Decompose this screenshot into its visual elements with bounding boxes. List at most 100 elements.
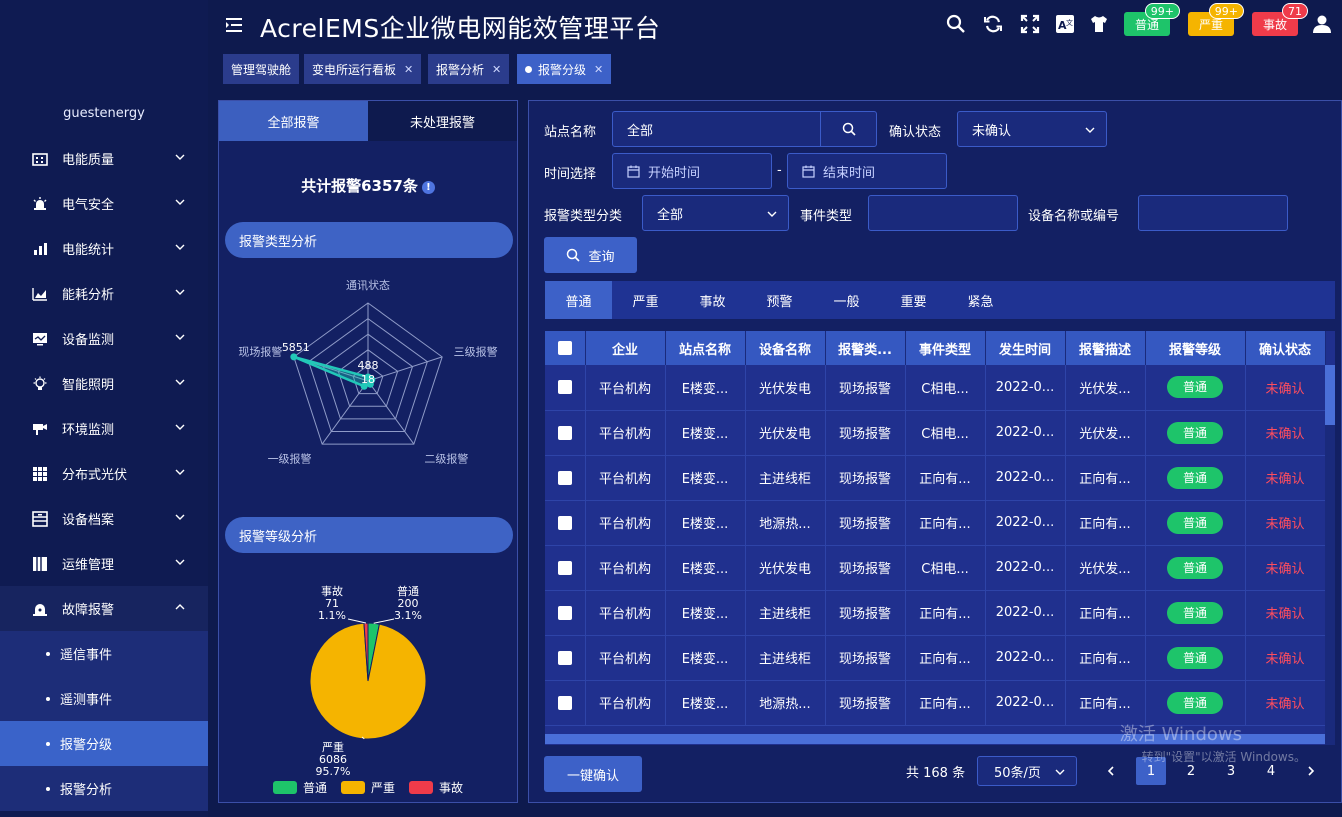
tab-level-urgent[interactable]: 紧急 [947,281,1014,319]
tab-level-serious[interactable]: 严重 [612,281,679,319]
sidebar-item-fault-alarm[interactable]: 故障报警 [0,586,208,631]
sidebar-item-label: 电能质量 [62,153,115,168]
info-icon[interactable]: ! [421,181,435,194]
radar-value-label: 5851 [282,341,310,354]
event-type-input[interactable] [868,195,1018,231]
translate-icon[interactable]: A文 [1055,14,1075,34]
search-icon[interactable] [946,14,966,34]
row-checkbox[interactable] [557,425,572,440]
cell-confirm-status[interactable]: 未确认 [1245,680,1326,726]
row-checkbox[interactable] [557,650,572,665]
row-checkbox[interactable] [557,605,572,620]
table-row[interactable]: 平台机构 E楼变... 主进线柜 现场报警 正向有... 2022-0... 正向有... 普… [545,455,1326,501]
sidebar-subitem-remote-signal[interactable]: 遥信事件 [0,631,208,676]
tab-cockpit[interactable]: 管理驾驶舱 [223,54,300,84]
col-description[interactable]: 报警描述 [1065,331,1146,365]
sidebar-item-smart-lighting[interactable]: 智能照明 [0,361,208,406]
tab-level-general[interactable]: 一般 [813,281,880,319]
tab-level-important[interactable]: 重要 [880,281,947,319]
cell-confirm-status[interactable]: 未确认 [1245,500,1326,546]
start-time-input[interactable]: 开始时间 [612,153,772,189]
legend-item-serious[interactable]: 严重 [340,779,395,796]
confirm-all-button[interactable]: 一键确认 [544,756,642,792]
prev-page-button[interactable] [1096,757,1126,785]
confirm-status-select[interactable]: 未确认 [957,111,1107,147]
sidebar-item-electrical-safety[interactable]: 电气安全 [0,181,208,226]
vertical-scrollbar[interactable] [1325,365,1335,745]
col-level[interactable]: 报警等级 [1145,331,1246,365]
scrollbar-thumb[interactable] [1325,365,1335,425]
select-all-checkbox[interactable] [557,341,572,355]
table-row[interactable]: 平台机构 E楼变... 光伏发电 现场报警 C相电... 2022-0... 光伏发... 普… [545,410,1326,456]
fullscreen-icon[interactable] [1020,14,1040,34]
table-row[interactable]: 平台机构 E楼变... 主进线柜 现场报警 正向有... 2022-0... 正向有... 普… [545,635,1326,681]
legend-item-normal[interactable]: 普通 [272,779,327,796]
query-button[interactable]: 查询 [544,237,637,273]
badge-normal[interactable]: 普通 99+ [1124,3,1180,36]
tab-alarm-analysis[interactable]: 报警分析 ✕ [428,54,510,84]
cell-confirm-status[interactable]: 未确认 [1245,455,1326,501]
row-checkbox[interactable] [557,380,572,395]
row-checkbox[interactable] [557,515,572,530]
close-icon[interactable]: ✕ [404,63,413,76]
col-alarm-type[interactable]: 报警类... [825,331,906,365]
alarm-type-select[interactable]: 全部 [642,195,789,231]
tab-substation-board[interactable]: 变电所运行看板 ✕ [304,54,422,84]
table-row[interactable]: 平台机构 E楼变... 地源热... 现场报警 正向有... 2022-0... 正向有..… [545,680,1326,726]
badge-serious[interactable]: 严重 99+ [1188,3,1244,36]
table-cell: 2022-0... [985,635,1066,681]
table-row[interactable]: 平台机构 E楼变... 地源热... 现场报警 正向有... 2022-0... 正向有..… [545,500,1326,546]
row-checkbox[interactable] [557,470,572,485]
page-size-select[interactable]: 50条/页 [977,756,1077,786]
user-icon[interactable] [1312,14,1332,34]
tab-level-accident[interactable]: 事故 [679,281,746,319]
device-name-input[interactable] [1138,195,1288,231]
cell-confirm-status[interactable]: 未确认 [1245,365,1326,411]
site-search-button[interactable] [820,112,876,146]
cell-confirm-status[interactable]: 未确认 [1245,545,1326,591]
alarm-type-label: 报警类型分类 [544,209,623,224]
sidebar-item-env-monitor[interactable]: 环境监测 [0,406,208,451]
refresh-icon[interactable] [983,14,1003,34]
tab-alarm-level[interactable]: 报警分级 ✕ [517,54,612,84]
alarm-level-tabs: 普通 严重 事故 预警 一般 重要 紧急 [545,281,1335,319]
sidebar-subitem-remote-measure[interactable]: 遥测事件 [0,676,208,721]
tab-unhandled-alarms[interactable]: 未处理报警 [368,101,517,141]
col-event-type[interactable]: 事件类型 [905,331,986,365]
legend-item-accident[interactable]: 事故 [409,779,463,796]
sidebar-item-consumption-analysis[interactable]: 能耗分析 [0,271,208,316]
badge-accident[interactable]: 事故 71 [1252,3,1308,36]
row-checkbox[interactable] [557,560,572,575]
sidebar-item-solar[interactable]: 分布式光伏 [0,451,208,496]
cell-confirm-status[interactable]: 未确认 [1245,635,1326,681]
table-row[interactable]: 平台机构 E楼变... 光伏发电 现场报警 C相电... 2022-0... 光伏发... 普… [545,365,1326,411]
close-icon[interactable]: ✕ [594,63,603,76]
sidebar-item-maintenance[interactable]: 运维管理 [0,541,208,586]
tab-level-normal[interactable]: 普通 [545,281,612,319]
cell-confirm-status[interactable]: 未确认 [1245,410,1326,456]
sidebar-item-energy-stats[interactable]: 电能统计 [0,226,208,271]
col-device[interactable]: 设备名称 [745,331,826,365]
table-row[interactable]: 平台机构 E楼变... 主进线柜 现场报警 正向有... 2022-0... 正向有... 普… [545,590,1326,636]
table-row[interactable]: 平台机构 E楼变... 光伏发电 现场报警 C相电... 2022-0... 光伏发... 普… [545,545,1326,591]
theme-shirt-icon[interactable] [1089,14,1109,34]
col-confirm-status[interactable]: 确认状态 [1245,331,1326,365]
site-select[interactable]: 全部 [612,111,877,147]
tab-level-warning[interactable]: 预警 [746,281,813,319]
alarm-table-body: 平台机构 E楼变... 光伏发电 现场报警 C相电... 2022-0... 光伏发... 普… [545,365,1326,726]
close-icon[interactable]: ✕ [492,63,501,76]
alarm-type-value: 全部 [657,207,684,223]
cell-confirm-status[interactable]: 未确认 [1245,590,1326,636]
end-time-input[interactable]: 结束时间 [787,153,947,189]
tab-all-alarms[interactable]: 全部报警 [219,101,368,141]
sidebar-subitem-alarm-analysis[interactable]: 报警分析 [0,766,208,811]
menu-toggle-icon[interactable] [226,18,242,32]
sidebar-item-device-archive[interactable]: 设备档案 [0,496,208,541]
col-enterprise[interactable]: 企业 [585,331,666,365]
col-time[interactable]: 发生时间 [985,331,1066,365]
sidebar-item-power-quality[interactable]: 电能质量 [0,136,208,181]
sidebar-subitem-alarm-level[interactable]: 报警分级 [0,721,208,766]
col-site[interactable]: 站点名称 [665,331,746,365]
row-checkbox[interactable] [557,695,572,710]
sidebar-item-device-monitor[interactable]: 设备监测 [0,316,208,361]
